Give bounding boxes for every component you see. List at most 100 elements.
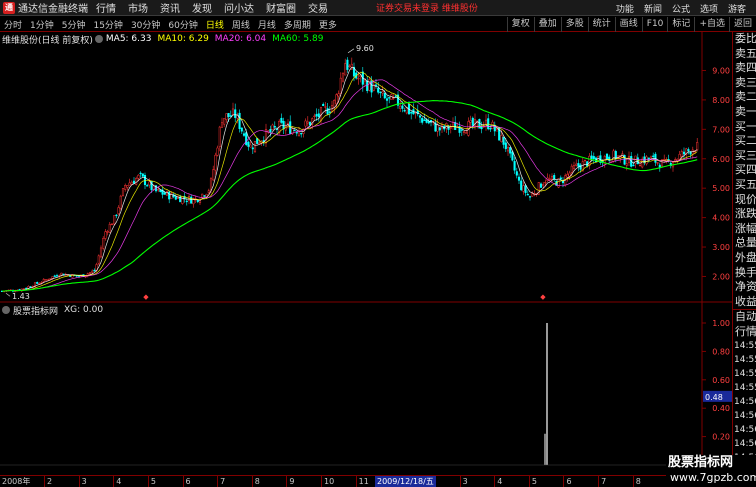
period-tab-multi[interactable]: 多周期	[280, 18, 315, 31]
menu-options[interactable]: 选项	[700, 2, 718, 15]
quote-field-label: 总量	[735, 236, 756, 250]
candle-body	[293, 129, 296, 132]
period-tab-1min[interactable]: 1分钟	[26, 18, 58, 31]
candle-body	[137, 174, 140, 179]
period-tab-daily[interactable]: 日线	[202, 18, 228, 31]
tool-back-button[interactable]: 返回	[728, 17, 756, 32]
period-toolbar: 分时 1分钟 5分钟 15分钟 30分钟 60分钟 日线 周线 月线 多周期 更…	[0, 17, 756, 32]
menu-function[interactable]: 功能	[616, 2, 634, 15]
quote-field-label: 买二	[735, 134, 756, 148]
candle-body	[174, 196, 177, 200]
candle-body	[513, 161, 516, 171]
menu-item-wealth[interactable]: 财富圈	[266, 0, 296, 15]
date-axis-month: 5	[528, 476, 537, 487]
candle-body	[374, 84, 378, 87]
tool-mark-button[interactable]: 标记	[667, 17, 694, 32]
quote-field-label: 外盘	[735, 250, 756, 264]
candle-body	[121, 188, 125, 197]
candle-body	[218, 126, 221, 148]
candle-body	[509, 147, 512, 154]
tool-multi-stock-button[interactable]: 多股	[560, 17, 588, 32]
price-axis-label: 3.00	[712, 243, 730, 252]
candle-body	[471, 117, 474, 126]
period-tab-monthly[interactable]: 月线	[254, 18, 280, 31]
quote-field-label: 卖一	[735, 104, 756, 118]
date-axis-start: 2008年	[2, 477, 31, 486]
candle-body	[146, 185, 149, 187]
date-axis-month: 5	[147, 476, 156, 487]
quote-field-label: 换手	[735, 265, 756, 279]
candle-body	[515, 171, 518, 176]
candle-body	[99, 247, 103, 258]
period-tab-60min[interactable]: 60分钟	[164, 18, 201, 31]
candle-body	[185, 200, 188, 203]
candle-body	[423, 119, 426, 121]
tool-f10-button[interactable]: F10	[641, 17, 668, 32]
tick-time: 14:55	[734, 355, 756, 366]
candle-body	[696, 142, 699, 151]
candle-body	[300, 133, 303, 135]
date-axis-month: 2	[44, 476, 52, 487]
date-axis-month: 3	[78, 476, 87, 487]
tool-overlay-button[interactable]: 叠加	[533, 17, 561, 32]
tick-time: 14:56	[734, 425, 756, 436]
tick-time: 14:55	[734, 383, 756, 394]
tool-add-watchlist-button[interactable]: +自选	[694, 17, 729, 32]
menu-item-news[interactable]: 资讯	[160, 0, 180, 15]
candle-body	[381, 91, 384, 94]
candle-body	[531, 193, 534, 197]
high-price-label: 9.60	[356, 44, 374, 53]
menu-guest[interactable]: 游客	[728, 2, 746, 15]
candle-body	[225, 113, 228, 120]
tick-panel-header[interactable]: 行情	[733, 325, 756, 340]
candle-body	[385, 98, 389, 101]
candle-body	[339, 77, 342, 94]
period-tab-timeshare[interactable]: 分时	[0, 18, 26, 31]
period-tab-5min[interactable]: 5分钟	[58, 18, 90, 31]
candle-body	[223, 118, 226, 125]
candle-body	[322, 103, 325, 106]
site-watermark: 股票指标网 www.7gpzb.com	[666, 455, 756, 487]
quote-field-label: 涨幅	[735, 221, 756, 235]
candle-body	[247, 141, 250, 147]
candlestick-series	[0, 57, 699, 293]
tool-adjust-button[interactable]: 复权	[506, 17, 534, 32]
menu-item-ask[interactable]: 问小达	[224, 0, 254, 15]
menu-news[interactable]: 新闻	[644, 2, 662, 15]
tick-time: 14:55	[734, 369, 756, 380]
candle-body	[652, 155, 655, 157]
period-tab-weekly[interactable]: 周线	[228, 18, 254, 31]
menu-bar: 通 通达信金融终端 行情 市场 资讯 发现 问小达 财富圈 交易 证券交易未登录…	[0, 0, 756, 16]
candle-body	[271, 124, 274, 130]
indicator-axis-label: 0.60	[712, 376, 730, 385]
menu-item-exchange[interactable]: 市场	[128, 0, 148, 15]
candle-body	[234, 109, 237, 118]
candle-body	[128, 182, 131, 186]
candle-body	[324, 106, 327, 108]
candle-body	[227, 113, 230, 118]
candle-body	[504, 142, 507, 150]
kline-chart[interactable]: 9.00 8.00 7.00 6.00 5.00 4.00 3.00 2.00 1.00 0.8…	[0, 32, 732, 475]
candle-body	[313, 115, 316, 118]
quote-field-label: 买五	[735, 177, 756, 191]
menu-item-trade[interactable]: 交易	[308, 0, 328, 15]
candle-body	[148, 181, 151, 186]
candle-body	[438, 127, 441, 131]
tool-stats-button[interactable]: 统计	[587, 17, 615, 32]
menu-item-discover[interactable]: 发现	[192, 0, 212, 15]
menu-item-market[interactable]: 行情	[96, 0, 116, 15]
candle-body	[418, 115, 422, 118]
tool-draw-button[interactable]: 画线	[614, 17, 642, 32]
candle-body	[326, 108, 329, 115]
candle-body	[88, 272, 92, 275]
quote-field-label: 买一	[735, 119, 756, 133]
period-tab-15min[interactable]: 15分钟	[89, 18, 126, 31]
candle-body	[636, 157, 639, 165]
tick-panel-header[interactable]: 自动	[733, 310, 756, 325]
period-tab-30min[interactable]: 30分钟	[127, 18, 164, 31]
login-status-text: 证券交易未登录 维维股份	[376, 4, 478, 14]
indicator-axis-label: 0.20	[712, 433, 730, 442]
candle-body	[528, 196, 532, 198]
menu-formula[interactable]: 公式	[672, 2, 690, 15]
period-tab-more[interactable]: 更多	[315, 18, 341, 31]
